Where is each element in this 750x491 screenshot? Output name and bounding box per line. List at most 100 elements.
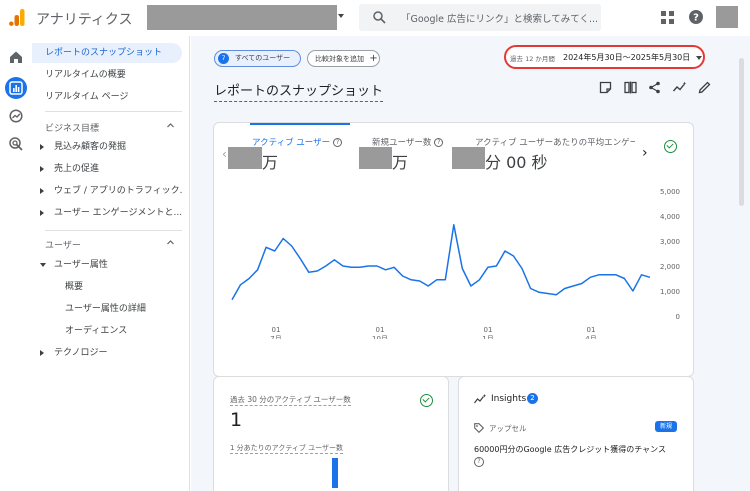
notes-icon[interactable]: [599, 81, 612, 94]
main-content: 7 すべてのユーザー 比較対象を追加 + 過去 12 か月間 2024年5月30…: [191, 36, 750, 491]
account-selector[interactable]: [147, 5, 337, 30]
sidebar-item-demographics-details[interactable]: ユーザー属性の詳細: [32, 299, 182, 319]
help-icon[interactable]: ?: [333, 138, 343, 147]
tag-icon: [474, 423, 484, 433]
insights-count-badge: 2: [527, 393, 538, 404]
divider: [45, 111, 182, 112]
x-tick-label: 01: [587, 326, 596, 334]
sidebar-item-drive-sales[interactable]: 売上の促進: [32, 159, 182, 179]
redacted-value: [359, 147, 392, 169]
x-tick-label: 7月: [270, 335, 281, 339]
y-tick-label: 2,000: [660, 263, 680, 271]
realtime-per-minute-label: 1 分あたりのアクティブ ユーザー数: [230, 444, 343, 454]
edit-icon[interactable]: [698, 81, 711, 94]
svg-text:?: ?: [693, 13, 699, 24]
insights-card: Insights 2 アップセル 新規 60000円分のGoogle 広告クレジ…: [458, 376, 694, 491]
audience-chip[interactable]: 7 すべてのユーザー: [214, 50, 301, 67]
date-range-picker[interactable]: 過去 12 か月間 2024年5月30日〜2025年5月30日: [504, 45, 705, 69]
add-comparison-button[interactable]: 比較対象を追加 +: [307, 50, 380, 67]
home-icon[interactable]: [9, 50, 23, 64]
search-icon: [373, 11, 386, 24]
page-title: レポートのスナップショット: [214, 80, 384, 102]
active-tab-indicator: [250, 123, 350, 125]
metrics-card: ‹ アクティブ ユーザー? 万 新規ユーザー数? 万 アクティブ ユーザーあたり…: [213, 122, 694, 377]
app-title: アナリティクス: [36, 12, 133, 28]
chevron-up-icon[interactable]: [167, 122, 174, 129]
apps-grid-icon[interactable]: [661, 11, 674, 24]
metric-unit: 分 00 秒: [485, 153, 548, 172]
redacted-value: [228, 147, 262, 169]
y-tick-label: 0: [676, 313, 680, 321]
redacted-value: [452, 147, 485, 169]
x-tick-label: 01: [272, 326, 281, 334]
y-tick-label: 1,000: [660, 288, 680, 296]
help-icon[interactable]: ?: [689, 10, 703, 24]
x-tick-label: 01: [376, 326, 385, 334]
compare-icon[interactable]: [624, 81, 637, 94]
check-circle-icon: [420, 394, 433, 407]
scrollbar[interactable]: [739, 58, 744, 206]
section-business-objectives[interactable]: ビジネス目標: [45, 121, 99, 134]
active-users-chart: 5,0004,0003,0002,0001,0000017月0110月011月0…: [231, 188, 680, 339]
realtime-value: 1: [230, 409, 243, 431]
chevron-up-icon[interactable]: [167, 239, 174, 246]
sidebar-item-realtime-overview[interactable]: リアルタイムの概要: [32, 65, 182, 85]
series-line: [231, 224, 651, 301]
search-placeholder: 「Google 広告にリンク」と検索してみてく...: [401, 14, 599, 25]
chevron-right-icon[interactable]: ›: [642, 145, 648, 161]
insights-icon[interactable]: [673, 81, 686, 94]
analytics-logo-icon[interactable]: [9, 9, 25, 26]
date-range-text: 2024年5月30日〜2025年5月30日: [563, 53, 691, 62]
avatar[interactable]: [716, 6, 738, 28]
sidebar-item-engagement[interactable]: ユーザー エンゲージメントと...: [32, 203, 182, 223]
audience-chip-label: すべてのユーザー: [235, 54, 291, 62]
x-tick-label: 01: [484, 326, 493, 334]
y-tick-label: 5,000: [660, 188, 680, 196]
check-circle-icon: [664, 140, 677, 153]
search-bar[interactable]: 「Google 広告にリンク」と検索してみてく...: [359, 4, 601, 31]
new-badge: 新規: [655, 421, 677, 432]
nav-rail: [0, 36, 32, 491]
advertising-icon[interactable]: [9, 137, 23, 151]
sidebar-item-traffic[interactable]: ウェブ / アプリのトラフィック...: [32, 181, 182, 201]
sidebar-item-demographics-overview[interactable]: 概要: [32, 277, 182, 297]
x-tick-label: 4月: [585, 335, 596, 339]
realtime-card: 過去 30 分のアクティブ ユーザー数 1 1 分あたりのアクティブ ユーザー数: [213, 376, 449, 491]
divider: [45, 230, 182, 231]
top-bar: アナリティクス 「Google 広告にリンク」と検索してみてく... ?: [0, 0, 750, 36]
add-comparison-label: 比較対象を追加: [315, 55, 364, 63]
sidebar-item-realtime-pages[interactable]: リアルタイム ページ: [32, 87, 182, 107]
sidebar-item-lead-generation[interactable]: 見込み顧客の発掘: [32, 137, 182, 157]
metric-unit: 万: [392, 153, 409, 172]
x-tick-label: 1月: [482, 335, 493, 339]
date-range-prefix: 過去 12 か月間: [510, 55, 555, 63]
tab-active-users-label: アクティブ ユーザー: [252, 138, 331, 148]
tab-active-users[interactable]: アクティブ ユーザー?: [252, 136, 343, 148]
share-icon[interactable]: [648, 81, 661, 94]
caret-down-icon: [696, 56, 702, 60]
sidebar-item-demographics[interactable]: ユーザー属性: [32, 255, 182, 275]
realtime-bar: [332, 458, 338, 488]
explore-icon[interactable]: [9, 109, 23, 123]
sidebar-item-audiences[interactable]: オーディエンス: [32, 321, 182, 341]
y-tick-label: 4,000: [660, 213, 680, 221]
insight-category: アップセル: [489, 424, 527, 433]
tab-avg-engagement[interactable]: アクティブ ユーザーあたりの平均エンゲー: [475, 136, 635, 148]
reports-icon: [9, 81, 23, 95]
y-tick-label: 3,000: [660, 238, 680, 246]
sidebar-item-technology[interactable]: テクノロジー: [32, 343, 182, 363]
chevron-left-icon[interactable]: ‹: [222, 147, 227, 161]
x-tick-label: 10月: [372, 335, 388, 339]
help-icon[interactable]: ?: [474, 457, 484, 467]
insights-title: Insights: [491, 394, 527, 404]
caret-down-icon[interactable]: [338, 14, 344, 18]
insight-text[interactable]: 60000円分のGoogle 広告クレジット獲得のチャンス: [474, 444, 666, 455]
section-user[interactable]: ユーザー: [45, 238, 81, 251]
metric-unit: 万: [262, 153, 279, 172]
sidebar: レポートのスナップショット リアルタイムの概要 リアルタイム ページ ビジネス目…: [32, 36, 190, 491]
sidebar-item-snapshot[interactable]: レポートのスナップショット: [32, 43, 182, 63]
help-icon[interactable]: ?: [434, 138, 444, 147]
insights-sparkle-icon: [474, 394, 486, 404]
audience-badge: 7: [218, 53, 229, 64]
realtime-label: 過去 30 分のアクティブ ユーザー数: [230, 395, 351, 406]
